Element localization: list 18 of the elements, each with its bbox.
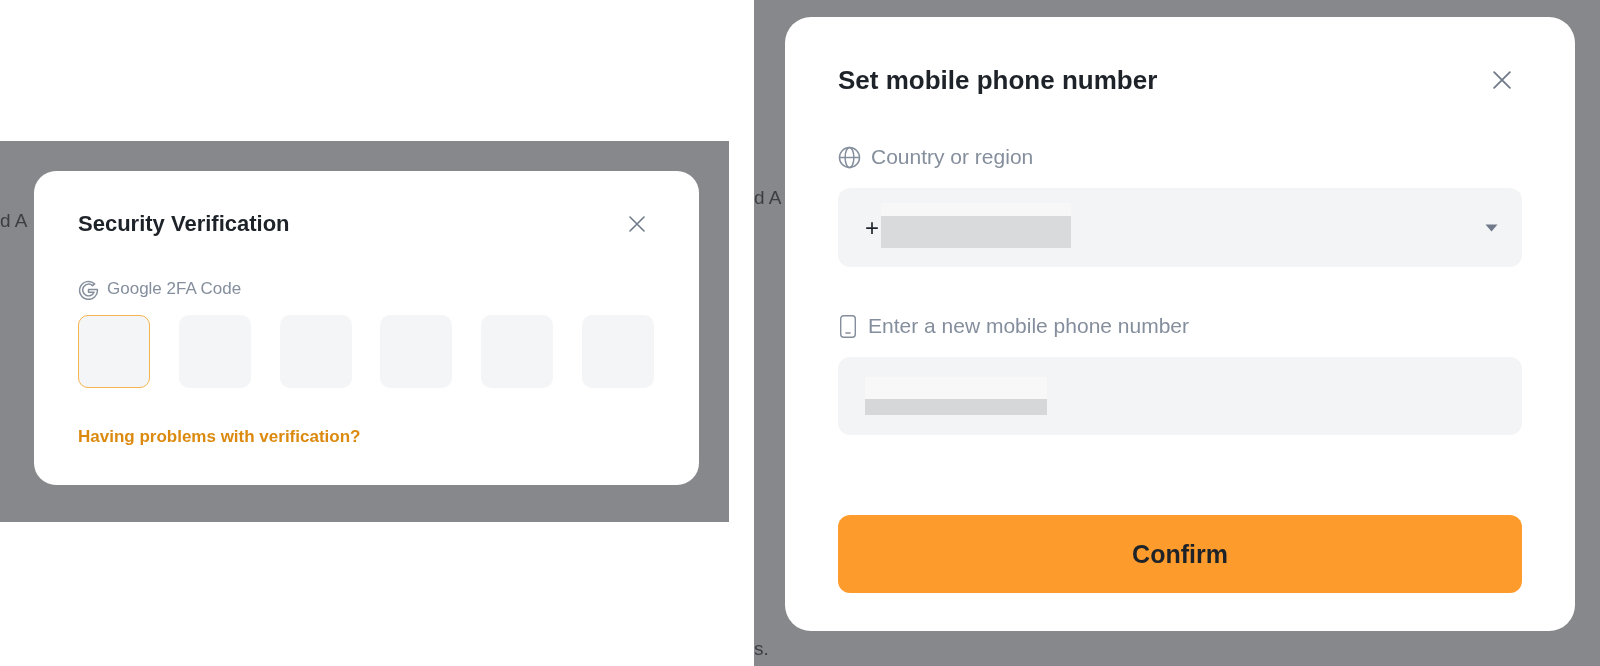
code-digit-field[interactable]: [78, 315, 150, 388]
g-letter-icon: [78, 278, 99, 300]
background-text: d A: [754, 186, 782, 210]
background-text: s.: [754, 637, 769, 661]
confirm-button[interactable]: Confirm: [838, 515, 1522, 593]
phone-icon: [838, 314, 858, 338]
background-text: d A: [0, 209, 28, 233]
close-icon[interactable]: [629, 216, 645, 232]
close-icon[interactable]: [1493, 71, 1511, 89]
country-select[interactable]: +: [838, 188, 1522, 267]
field-label: Enter a new mobile phone number: [868, 313, 1190, 339]
field-label: Country or region: [871, 144, 1034, 170]
dialog-title: Set mobile phone number: [838, 64, 1158, 97]
caret-icon: [1485, 223, 1498, 232]
globe-icon: [838, 145, 861, 169]
dialog-title: Security Verification: [78, 210, 290, 238]
field-label: Google 2FA Code: [107, 278, 242, 300]
phone-number-field[interactable]: [838, 357, 1522, 435]
